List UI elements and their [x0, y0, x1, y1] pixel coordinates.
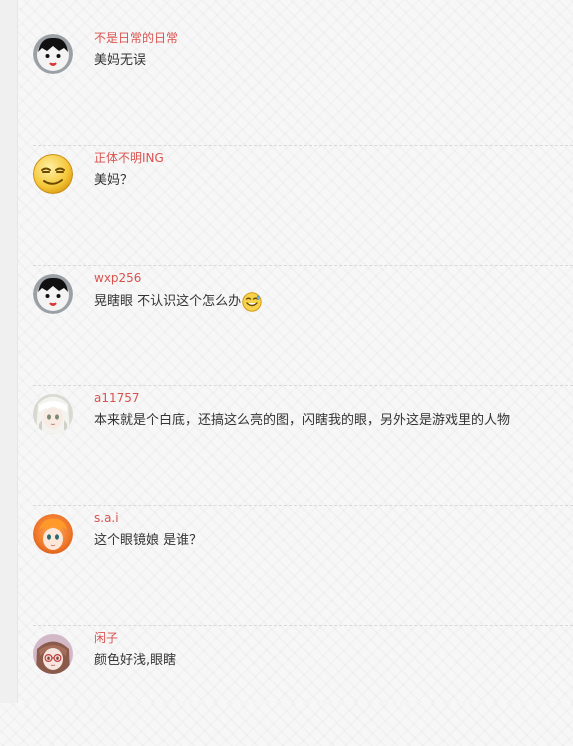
anime-white-hair-icon — [33, 394, 73, 434]
smirk-face-icon — [33, 154, 73, 194]
comment-text: 颜色好浅,眼瞎 — [94, 652, 176, 670]
comment-item: 闲子 颜色好浅,眼瞎 — [33, 626, 573, 746]
left-edge-strip — [0, 0, 18, 703]
comment-item: wxp256 晃瞎眼 不认识这个怎么办 — [33, 266, 573, 386]
username[interactable]: 闲子 — [94, 630, 118, 646]
avatar[interactable] — [33, 394, 73, 434]
comment-text-content: 颜色好浅,眼瞎 — [94, 653, 177, 668]
username[interactable]: s.a.i — [94, 510, 119, 526]
comment-text-content: 晃瞎眼 不认识这个怎么办 — [94, 294, 242, 309]
avatar[interactable] — [33, 514, 73, 554]
comment-text: 本来就是个白底，还搞这么亮的图，闪瞎我的眼，另外这是游戏里的人物 — [94, 412, 510, 430]
anime-glasses-girl-icon — [33, 634, 73, 674]
comment-text: 美妈？ — [94, 172, 133, 190]
sweat-laugh-emoji-icon — [242, 292, 262, 312]
comment-text: 美妈无误 — [94, 52, 146, 70]
comment-text-content: 本来就是个白底，还搞这么亮的图，闪瞎我的眼，另外这是游戏里的人物 — [94, 413, 511, 428]
username[interactable]: 不是日常的日常 — [94, 30, 178, 46]
comment-item: 正体不明ING 美妈？ — [33, 146, 573, 266]
username[interactable]: 正体不明ING — [94, 150, 164, 166]
username[interactable]: a11757 — [94, 390, 140, 406]
comment-item: s.a.i 这个眼镜娘 是谁？ — [33, 506, 573, 626]
boy-face-icon — [33, 34, 73, 74]
comment-text-content: 美妈无误 — [94, 53, 147, 68]
comment-item: a11757 本来就是个白底，还搞这么亮的图，闪瞎我的眼，另外这是游戏里的人物 — [33, 386, 573, 506]
avatar[interactable] — [33, 274, 73, 314]
avatar[interactable] — [33, 154, 73, 194]
comment-text-content: 美妈？ — [94, 173, 134, 188]
anime-orange-hair-icon — [33, 514, 73, 554]
boy-face-icon — [33, 274, 73, 314]
comment-item: 不是日常的日常 美妈无误 — [33, 26, 573, 146]
avatar[interactable] — [33, 34, 73, 74]
avatar[interactable] — [33, 634, 73, 674]
comment-text: 这个眼镜娘 是谁？ — [94, 532, 202, 550]
username[interactable]: wxp256 — [94, 270, 141, 286]
comment-text: 晃瞎眼 不认识这个怎么办 — [94, 292, 262, 312]
comment-text-content: 这个眼镜娘 是谁？ — [94, 533, 203, 548]
